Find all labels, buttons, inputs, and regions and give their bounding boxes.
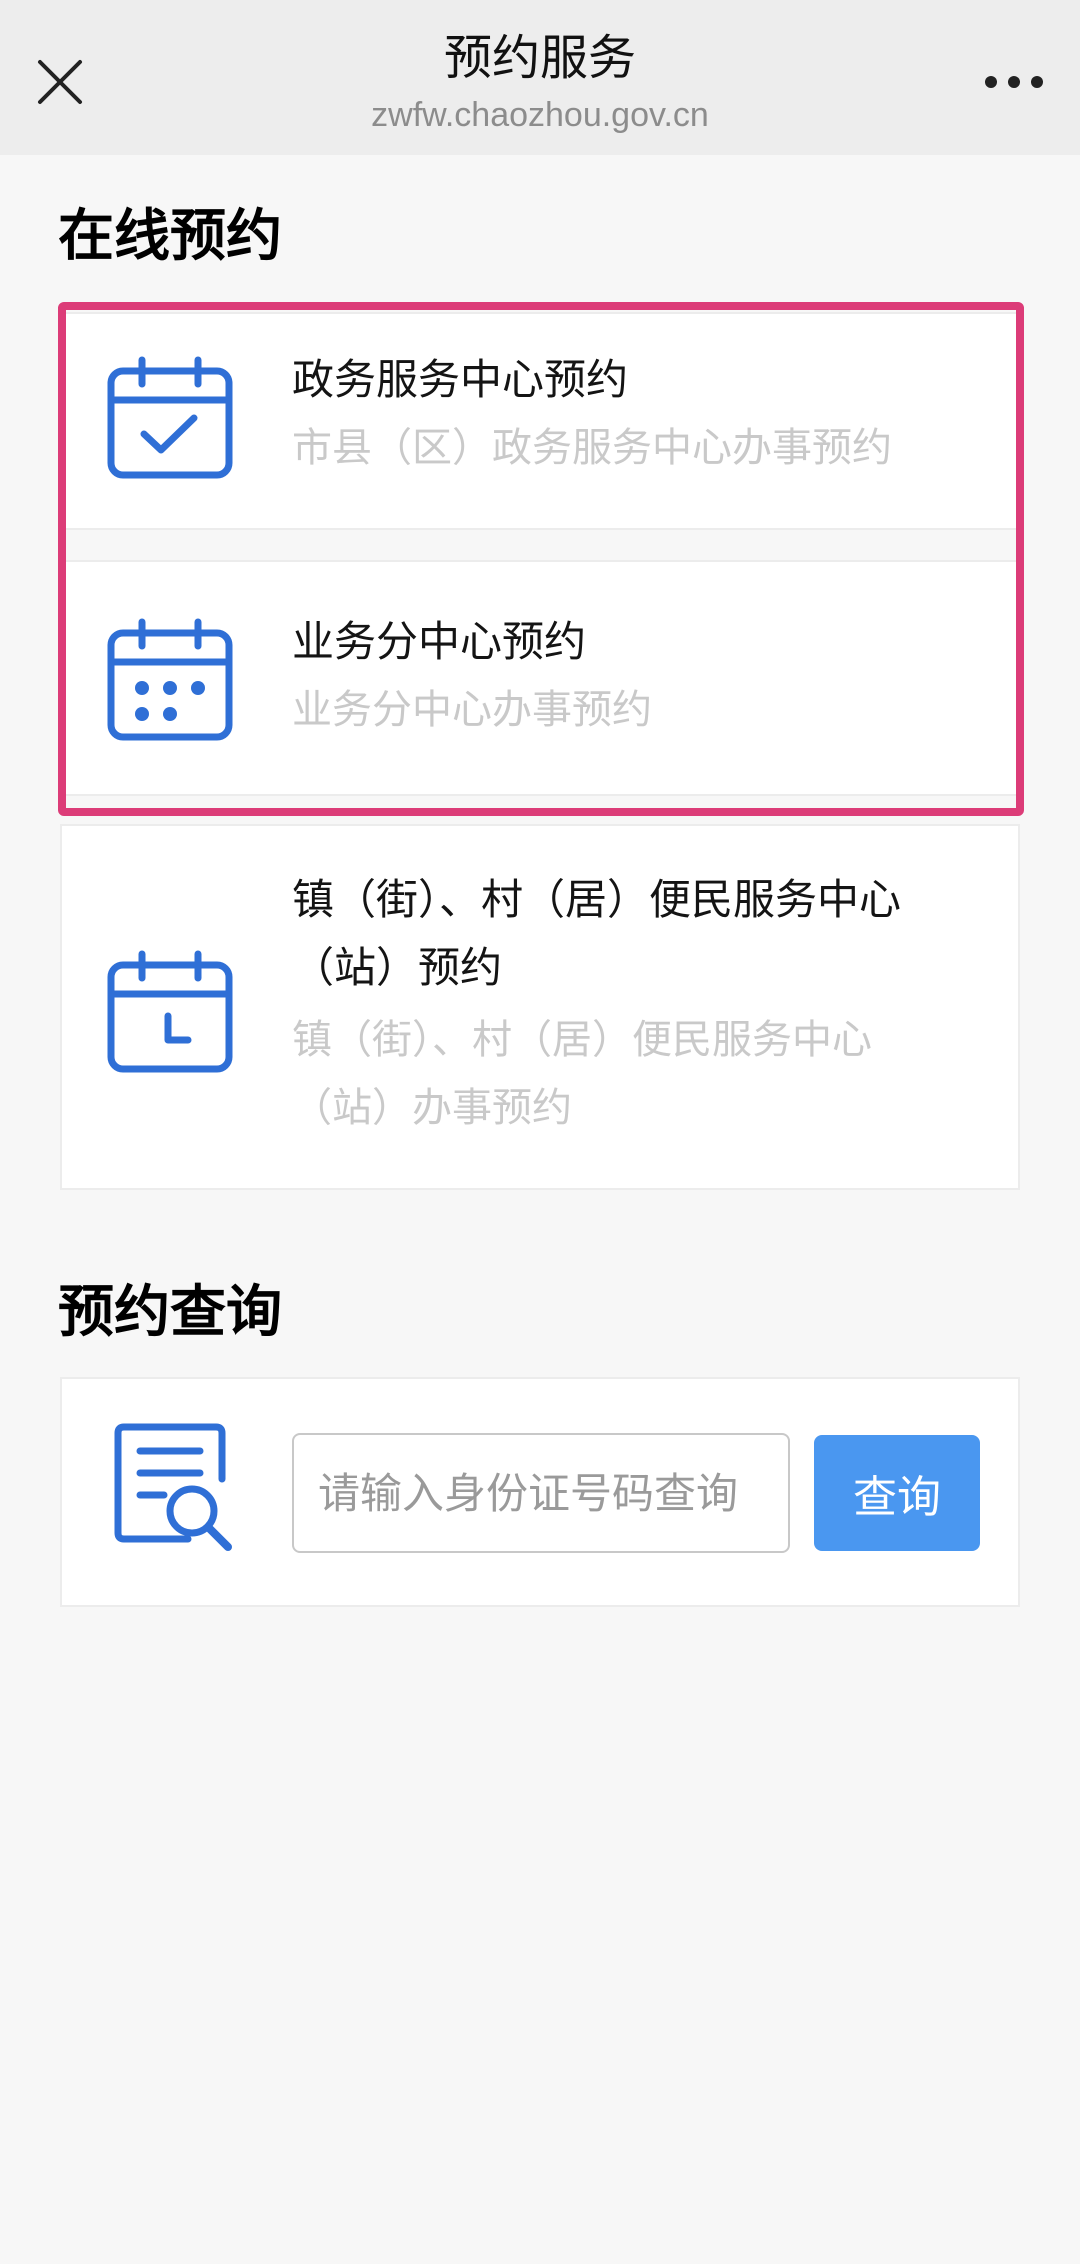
calendar-dots-icon [106,618,234,746]
booking-item-business-subcenter[interactable]: 业务分中心预约 业务分中心办事预约 [60,560,1020,796]
booking-item-desc: 镇（街）、村（居）便民服务中心（站）办事预约 [292,1017,872,1131]
page-title: 预约服务 [443,30,636,86]
online-booking-heading: 在线预约 [58,204,282,269]
calendar-clock-icon [106,950,234,1078]
booking-item-government-center[interactable]: 政务服务中心预约 市县（区）政务服务中心办事预约 [60,312,1020,530]
booking-item-desc: 市县（区）政务服务中心办事预约 [292,425,892,471]
booking-item-town-village-center[interactable]: 镇（街）、村（居）便民服务中心（站）预约 镇（街）、村（居）便民服务中心（站）办… [60,824,1020,1190]
booking-item-desc: 业务分中心办事预约 [292,687,652,733]
query-button[interactable]: 查询 [814,1435,980,1551]
more-button[interactable] [976,52,1052,112]
booking-item-title: 镇（街）、村（居）便民服务中心（站）预约 [292,875,902,992]
booking-item-title: 政务服务中心预约 [292,355,629,404]
more-icon [985,76,1043,88]
top-navigation-bar: 预约服务 zwfw.chaozhou.gov.cn [0,0,1080,155]
calendar-check-icon [106,356,234,484]
page-url: zwfw.chaozhou.gov.cn [371,96,709,134]
document-search-icon [112,1421,236,1555]
booking-item-title: 业务分中心预约 [292,617,587,666]
booking-query-card: 查询 [60,1377,1020,1607]
id-number-input[interactable] [292,1433,790,1553]
booking-query-heading: 预约查询 [58,1280,282,1345]
